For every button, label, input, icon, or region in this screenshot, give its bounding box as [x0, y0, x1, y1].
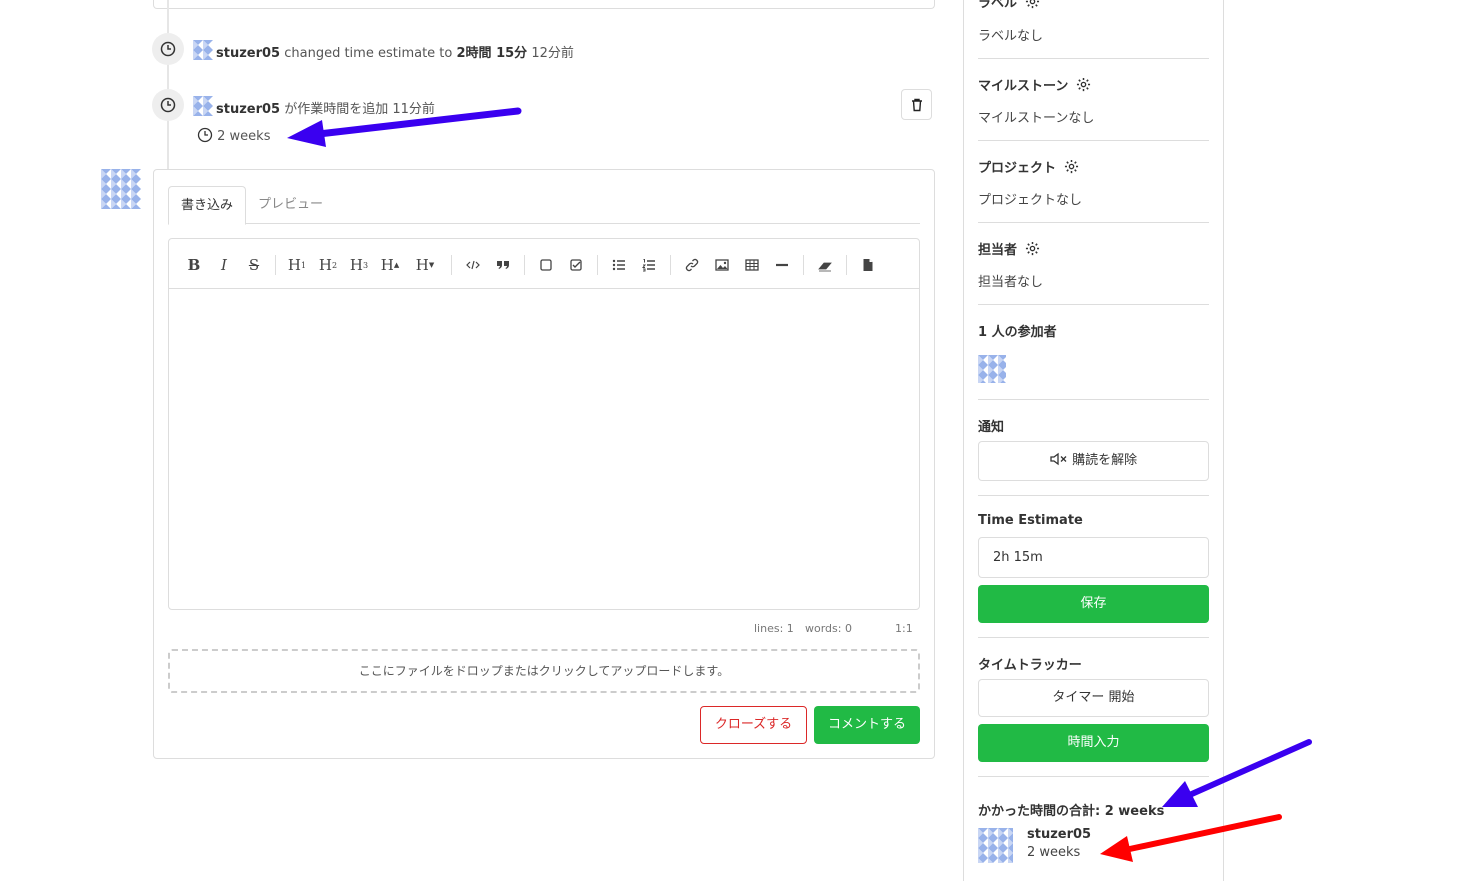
image-icon[interactable]	[709, 252, 735, 278]
horizontal-rule-icon[interactable]	[769, 252, 795, 278]
strikethrough-icon[interactable]: S	[241, 252, 267, 278]
previous-comment-box	[153, 0, 935, 9]
tab-write[interactable]: 書き込み	[168, 186, 247, 225]
editor-words: words: 0	[805, 622, 852, 635]
link-icon[interactable]	[679, 252, 705, 278]
comment-button[interactable]: コメントする	[814, 706, 920, 744]
comment-form: 書き込み プレビュー B I S H1 H2 H3 H ▲ H ▼ lines:…	[153, 169, 935, 759]
gear-icon[interactable]	[1025, 241, 1040, 256]
user-avatar[interactable]	[193, 40, 213, 60]
projects-value: プロジェクトなし	[978, 193, 1083, 208]
timeline-line	[167, 0, 169, 170]
checkbox-icon[interactable]	[533, 252, 559, 278]
milestone-value: マイルストーンなし	[978, 111, 1095, 126]
trash-icon	[911, 98, 922, 111]
participants-heading: 1 人の参加者	[978, 325, 1057, 340]
heading-bigger-icon[interactable]: H ▲	[377, 252, 403, 278]
labels-heading[interactable]: ラベル	[978, 0, 1040, 11]
file-dropzone[interactable]: ここにファイルをドロップまたはクリックしてアップロードします。	[168, 649, 920, 693]
close-issue-button[interactable]: クローズする	[700, 706, 807, 744]
current-user-avatar[interactable]	[101, 169, 141, 209]
time-tracker-heading: タイムトラッカー	[978, 658, 1082, 673]
unordered-list-icon[interactable]	[606, 252, 632, 278]
bold-icon[interactable]: B	[181, 252, 207, 278]
time-estimate-heading: Time Estimate	[978, 513, 1083, 528]
add-time-button[interactable]: 時間入力	[978, 724, 1209, 762]
mute-icon	[1050, 452, 1067, 466]
time-estimate-input[interactable]: 2h 15m	[978, 537, 1209, 578]
heading-3-icon[interactable]: H3	[346, 252, 372, 278]
tracked-duration: 2 weeks	[197, 127, 270, 144]
heading-2-icon[interactable]: H2	[315, 252, 341, 278]
tracker-user-name[interactable]: stuzer05	[1027, 827, 1091, 842]
gear-icon[interactable]	[1025, 0, 1040, 9]
tab-preview[interactable]: プレビュー	[246, 186, 335, 225]
event-user[interactable]: stuzer05	[216, 46, 280, 61]
user-avatar[interactable]	[193, 96, 213, 116]
labels-value: ラベルなし	[978, 29, 1044, 44]
delete-time-button[interactable]	[901, 89, 932, 120]
tracker-user-duration: 2 weeks	[1027, 845, 1081, 860]
editor-cursor: 1:1	[895, 622, 913, 635]
projects-heading[interactable]: プロジェクト	[978, 157, 1079, 176]
assignees-heading[interactable]: 担当者	[978, 239, 1040, 258]
save-estimate-button[interactable]: 保存	[978, 585, 1209, 623]
checkbox-checked-icon[interactable]	[563, 252, 589, 278]
start-timer-button[interactable]: タイマー 開始	[978, 679, 1209, 717]
timeline-event-estimate: stuzer05 changed time estimate to 2時間 15…	[216, 46, 574, 61]
total-time-label: かかった時間の合計: 2 weeks	[978, 804, 1165, 819]
ordered-list-icon[interactable]	[636, 252, 662, 278]
unsubscribe-button[interactable]: 購読を解除	[978, 441, 1209, 481]
assignees-value: 担当者なし	[978, 275, 1044, 290]
editor-toolbar: B I S H1 H2 H3 H ▲ H ▼	[169, 239, 919, 289]
heading-smaller-icon[interactable]: H ▼	[412, 252, 438, 278]
notifications-heading: 通知	[978, 420, 1005, 435]
editor-lines: lines: 1	[754, 622, 794, 635]
tracker-user-avatar[interactable]	[978, 828, 1013, 863]
markdown-editor[interactable]: B I S H1 H2 H3 H ▲ H ▼	[168, 238, 920, 610]
file-icon[interactable]	[855, 252, 881, 278]
milestone-heading[interactable]: マイルストーン	[978, 75, 1091, 94]
eraser-icon[interactable]	[812, 252, 838, 278]
clock-icon	[152, 33, 184, 65]
heading-1-icon[interactable]: H1	[284, 252, 310, 278]
participant-avatar[interactable]	[978, 355, 1006, 383]
gear-icon[interactable]	[1064, 159, 1079, 174]
table-icon[interactable]	[739, 252, 765, 278]
italic-icon[interactable]: I	[211, 252, 237, 278]
quote-icon[interactable]	[490, 252, 516, 278]
clock-icon	[152, 89, 184, 121]
editor-textarea[interactable]	[169, 290, 919, 608]
event-user[interactable]: stuzer05	[216, 102, 280, 117]
gear-icon[interactable]	[1076, 77, 1091, 92]
code-icon[interactable]	[460, 252, 486, 278]
clock-icon	[197, 127, 213, 143]
editor-tabs: 書き込み プレビュー	[168, 186, 920, 225]
timeline-event-addtime: stuzer05 が作業時間を追加 11分前	[216, 102, 435, 117]
